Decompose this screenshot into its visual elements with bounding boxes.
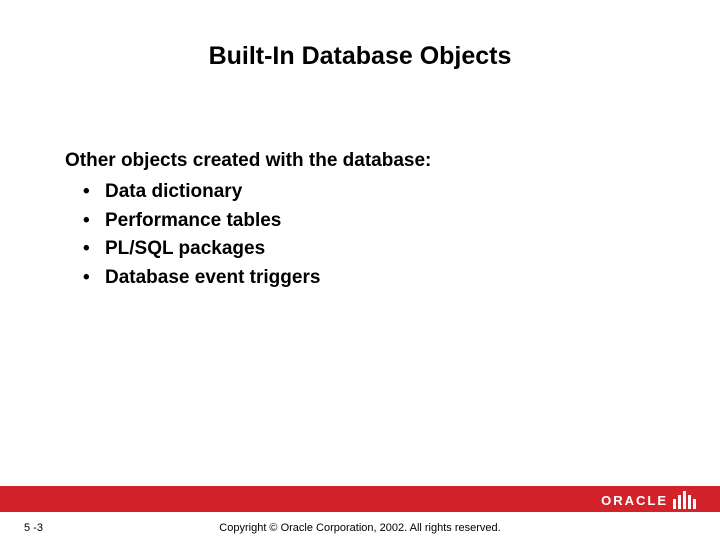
slide: Built-In Database Objects Other objects … [0,0,720,540]
list-item: Database event triggers [83,264,660,293]
slide-content: Other objects created with the database:… [65,150,660,292]
bullet-list: Data dictionary Performance tables PL/SQ… [65,178,660,292]
copyright-text: Copyright © Oracle Corporation, 2002. Al… [0,522,720,534]
content-intro: Other objects created with the database: [65,150,660,172]
oracle-logo-bars-icon [673,491,696,509]
slide-title: Built-In Database Objects [0,42,720,71]
list-item: Data dictionary [83,178,660,207]
oracle-logo: ORACLE [601,491,696,509]
list-item: Performance tables [83,207,660,236]
oracle-logo-text: ORACLE [601,493,668,508]
list-item: PL/SQL packages [83,235,660,264]
